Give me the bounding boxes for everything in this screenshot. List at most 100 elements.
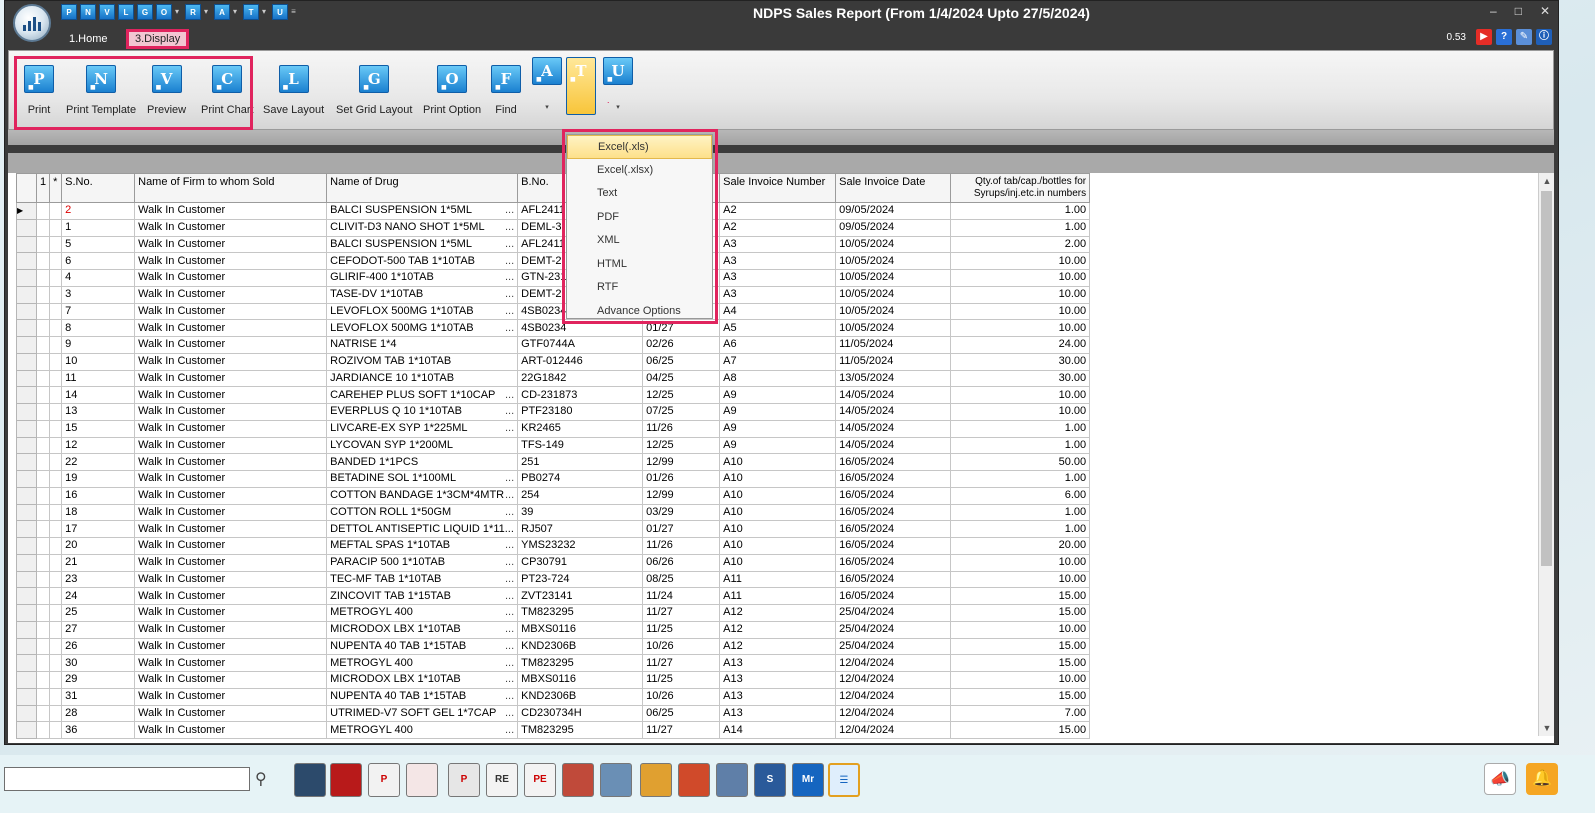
grid-cell[interactable]: 15.00 <box>950 587 1091 605</box>
grid-cell[interactable]: 6 <box>61 252 136 270</box>
app-logo-icon[interactable] <box>13 4 51 42</box>
grid-cell[interactable]: 10/26 <box>642 687 721 706</box>
row-header[interactable] <box>16 721 37 739</box>
grid-cell[interactable]: 16/05/2024 <box>835 520 952 538</box>
grid-cell[interactable]: A9 <box>719 436 837 455</box>
grid-cell[interactable]: 1.00 <box>950 419 1091 438</box>
grid-cell[interactable]: 10/05/2024 <box>835 302 952 321</box>
grid-cell[interactable]: Walk In Customer <box>134 453 328 471</box>
grid-cell[interactable]: 25/04/2024 <box>835 637 952 656</box>
cell-ellipsis-button[interactable]: ... <box>505 505 514 520</box>
grid-cell[interactable]: Walk In Customer <box>134 604 328 622</box>
grid-cell[interactable]: 19 <box>61 470 136 488</box>
grid-cell[interactable]: PT23-724 <box>517 570 644 589</box>
column-header[interactable]: Sale Invoice Date <box>835 173 952 203</box>
grid-cell[interactable]: PB0274 <box>517 470 644 488</box>
cell-ellipsis-button[interactable]: ... <box>505 321 514 336</box>
grid-cell[interactable]: 10.00 <box>950 671 1091 689</box>
grid-cell[interactable]: UTRIMED-V7 SOFT GEL 1*7CAP... <box>326 704 519 723</box>
grid-cell[interactable]: 02/26 <box>642 336 721 354</box>
taskbar-app-icon[interactable] <box>330 763 362 797</box>
column-header[interactable]: Sale Invoice Number <box>719 173 837 203</box>
taskbar-app-icon[interactable]: PE <box>524 763 556 797</box>
taskbar-app-icon[interactable] <box>600 763 632 797</box>
cell-ellipsis-button[interactable]: ... <box>505 605 514 620</box>
cell-ellipsis-button[interactable]: ... <box>505 589 514 604</box>
taskbar-app-icon[interactable] <box>716 763 748 797</box>
grid-cell[interactable]: RJ507 <box>517 520 644 538</box>
grid-cell[interactable]: 24 <box>61 587 136 605</box>
grid-cell[interactable]: 12/04/2024 <box>835 671 952 689</box>
grid-cell[interactable]: 11/05/2024 <box>835 336 952 354</box>
grid-cell[interactable]: JARDIANCE 10 1*10TAB <box>326 369 519 388</box>
grid-cell[interactable]: A11 <box>719 570 837 589</box>
table-row[interactable]: 27 Walk In Customer MICRODOX LBX 1*10TAB..… <box>16 620 1091 639</box>
table-row[interactable]: 36 Walk In Customer METROGYL 400... TM82329… <box>16 721 1091 739</box>
grid-cell[interactable]: 14/05/2024 <box>835 419 952 438</box>
taskbar-app-icon[interactable] <box>640 763 672 797</box>
grid-cell[interactable]: Walk In Customer <box>134 687 328 706</box>
maximize-icon[interactable]: □ <box>1515 4 1522 18</box>
grid-cell[interactable]: Walk In Customer <box>134 302 328 321</box>
grid-cell[interactable]: ROZIVOM TAB 1*10TAB <box>326 352 519 371</box>
grid-cell[interactable]: GTF0744A <box>517 336 644 354</box>
grid-cell[interactable]: PARACIP 500 1*10TAB... <box>326 553 519 572</box>
grid-cell[interactable]: 11/27 <box>642 604 721 622</box>
table-row[interactable]: ▶ 2 Walk In Customer BALCI SUSPENSION 1*5ML… <box>16 202 1091 220</box>
cell-ellipsis-button[interactable]: ... <box>505 270 514 285</box>
grid-cell[interactable]: 16/05/2024 <box>835 537 952 555</box>
grid-cell[interactable]: 10 <box>61 352 136 371</box>
grid-cell[interactable]: 7 <box>61 302 136 321</box>
grid-cell[interactable]: TEC-MF TAB 1*10TAB... <box>326 570 519 589</box>
grid-cell[interactable]: A10 <box>719 537 837 555</box>
grid-cell[interactable]: 12/04/2024 <box>835 687 952 706</box>
grid-cell[interactable]: PTF23180 <box>517 403 644 421</box>
row-header[interactable] <box>16 671 37 689</box>
grid-cell[interactable]: 14/05/2024 <box>835 403 952 421</box>
export-menu-item[interactable]: RTF <box>567 276 712 300</box>
grid-cell[interactable]: MEFTAL SPAS 1*10TAB... <box>326 537 519 555</box>
grid-cell[interactable]: 18 <box>61 503 136 522</box>
table-row[interactable]: 4 Walk In Customer GLIRIF-400 1*10TAB... GT… <box>16 269 1091 287</box>
grid-cell[interactable]: 11/26 <box>642 419 721 438</box>
column-header[interactable]: Name of Drug <box>326 173 519 203</box>
grid-cell[interactable]: 1.00 <box>950 202 1091 220</box>
current-row-indicator-icon[interactable]: ▶ <box>16 202 37 220</box>
grid-cell[interactable]: Walk In Customer <box>134 721 328 739</box>
grid-cell[interactable]: Walk In Customer <box>134 369 328 388</box>
table-row[interactable]: 11 Walk In Customer JARDIANCE 10 1*10TAB 22… <box>16 369 1091 388</box>
grid-cell[interactable]: 23 <box>61 570 136 589</box>
grid-cell[interactable]: 25/04/2024 <box>835 620 952 639</box>
grid-cell[interactable]: 09/05/2024 <box>835 202 952 220</box>
grid-cell[interactable]: Walk In Customer <box>134 654 328 672</box>
grid-cell[interactable]: Walk In Customer <box>134 671 328 689</box>
grid-cell[interactable]: 11/27 <box>642 721 721 739</box>
grid-cell[interactable]: 1 <box>61 218 136 237</box>
cell-ellipsis-button[interactable]: ... <box>505 388 514 403</box>
grid-cell[interactable]: LEVOFLOX 500MG 1*10TAB... <box>326 302 519 321</box>
close-icon[interactable]: ✕ <box>1540 4 1550 18</box>
grid-cell[interactable]: 22 <box>61 453 136 471</box>
grid-cell[interactable]: 254 <box>517 486 644 505</box>
table-row[interactable]: 30 Walk In Customer METROGYL 400... TM82329… <box>16 654 1091 672</box>
ribbon-button-export-a[interactable]: ■ A ▾ <box>532 57 562 111</box>
table-row[interactable]: 31 Walk In Customer NUPENTA 40 TAB 1*15TAB… <box>16 687 1091 706</box>
cell-ellipsis-button[interactable]: ... <box>505 421 514 436</box>
grid-cell[interactable]: 14/05/2024 <box>835 436 952 455</box>
grid-cell[interactable]: TFS-149 <box>517 436 644 455</box>
row-header[interactable] <box>16 336 37 354</box>
row-header[interactable] <box>16 470 37 488</box>
grid-cell[interactable]: 11/25 <box>642 620 721 639</box>
grid-cell[interactable]: NUPENTA 40 TAB 1*15TAB... <box>326 687 519 706</box>
grid-cell[interactable]: A8 <box>719 369 837 388</box>
cell-ellipsis-button[interactable]: ... <box>505 220 514 235</box>
grid-cell[interactable]: A10 <box>719 453 837 471</box>
grid-cell[interactable]: 5 <box>61 235 136 254</box>
table-row[interactable]: 17 Walk In Customer DETTOL ANTISEPTIC LIQU… <box>16 520 1091 538</box>
grid-cell[interactable]: 16/05/2024 <box>835 486 952 505</box>
grid-cell[interactable]: ZINCOVIT TAB 1*15TAB... <box>326 587 519 605</box>
grid-cell[interactable]: 16/05/2024 <box>835 570 952 589</box>
column-header[interactable]: Name of Firm to whom Sold <box>134 173 328 203</box>
row-header[interactable] <box>16 218 37 237</box>
cell-ellipsis-button[interactable]: ... <box>505 672 514 687</box>
